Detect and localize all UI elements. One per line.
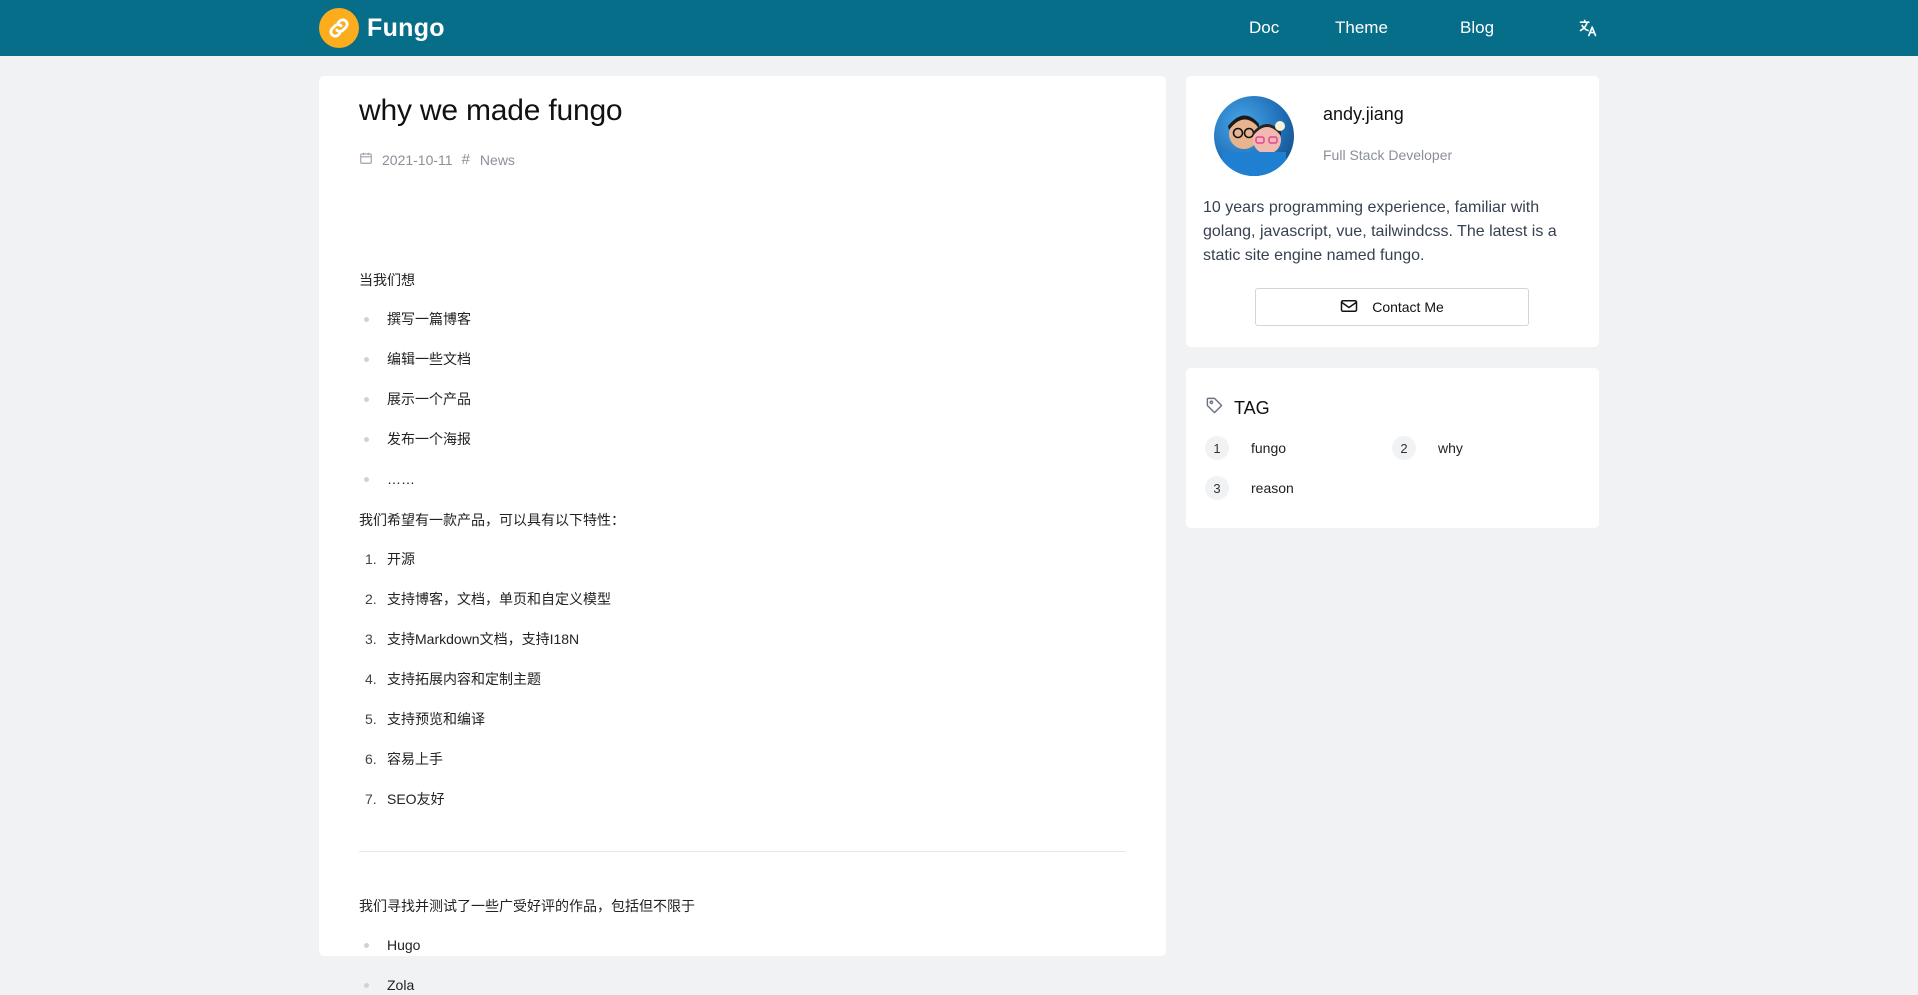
article-card: why we made fungo 2021-10-11 # News 当我们想… bbox=[319, 76, 1166, 993]
list-item: Hugo bbox=[359, 935, 1059, 955]
tag-name: reason bbox=[1251, 480, 1294, 496]
list-item: 撰写一篇博客 bbox=[359, 309, 1059, 329]
tag-icon bbox=[1205, 396, 1224, 420]
ordered-list-item: 2. 支持博客，文档，单页和自定义模型 bbox=[365, 591, 611, 607]
paragraph: 我们寻找并测试了一些广受好评的作品，包括但不限于 bbox=[359, 898, 695, 914]
tag-count: 3 bbox=[1205, 476, 1229, 500]
top-navbar: Fungo Doc Theme Blog bbox=[0, 0, 1918, 56]
translate-icon[interactable] bbox=[1578, 0, 1598, 56]
ordered-list-item: 4. 支持拓展内容和定制主题 bbox=[365, 671, 541, 687]
brand-home-link[interactable]: Fungo bbox=[319, 8, 445, 48]
tag-count: 2 bbox=[1392, 436, 1416, 460]
contact-me-label: Contact Me bbox=[1372, 299, 1444, 315]
list-item: Zola bbox=[359, 975, 1059, 995]
calendar-icon bbox=[359, 151, 373, 168]
author-role: Full Stack Developer bbox=[1323, 147, 1453, 163]
article-category-link[interactable]: News bbox=[480, 152, 515, 168]
nav-blog-link[interactable]: Blog bbox=[1460, 0, 1494, 56]
author-profile-card: andy.jiang Full Stack Developer 10 years… bbox=[1186, 76, 1599, 347]
nav-theme-link[interactable]: Theme bbox=[1335, 0, 1388, 56]
list-item: 展示一个产品 bbox=[359, 389, 1059, 409]
mail-icon bbox=[1340, 299, 1358, 316]
tag-count: 1 bbox=[1205, 436, 1229, 460]
ordered-list-item: 7. SEO友好 bbox=[365, 791, 445, 807]
ordered-list-item: 6. 容易上手 bbox=[365, 751, 443, 767]
paragraph: 我们希望有一款产品，可以具有以下特性： bbox=[359, 512, 625, 528]
tag-item-reason[interactable]: 3 reason bbox=[1205, 476, 1294, 500]
divider bbox=[359, 851, 1126, 852]
tag-name: fungo bbox=[1251, 440, 1287, 456]
nav-doc-link[interactable]: Doc bbox=[1249, 0, 1279, 56]
tag-card: TAG 1 fungo 2 why 3 reason bbox=[1186, 368, 1599, 528]
contact-me-button[interactable]: Contact Me bbox=[1255, 288, 1529, 326]
author-bio: 10 years programming experience, familia… bbox=[1203, 199, 1557, 264]
tag-header: TAG bbox=[1205, 396, 1270, 420]
list-item: 发布一个海报 bbox=[359, 429, 1059, 449]
list-item: 编辑一些文档 bbox=[359, 349, 1059, 369]
link-icon bbox=[319, 8, 359, 48]
author-name: andy.jiang bbox=[1323, 104, 1404, 124]
paragraph: 当我们想 bbox=[359, 272, 415, 288]
article-title: why we made fungo bbox=[359, 94, 623, 127]
tag-item-why[interactable]: 2 why bbox=[1392, 436, 1463, 460]
ordered-list-item: 5. 支持预览和编译 bbox=[365, 711, 485, 727]
article-date: 2021-10-11 bbox=[382, 151, 453, 168]
tag-item-fungo[interactable]: 1 fungo bbox=[1205, 436, 1286, 460]
brand-name: Fungo bbox=[367, 13, 445, 42]
list-item: …… bbox=[359, 469, 1059, 489]
hash-icon: # bbox=[461, 151, 470, 168]
tag-title: TAG bbox=[1234, 397, 1270, 418]
avatar bbox=[1214, 96, 1294, 176]
ordered-list-item: 3. 支持Markdown文档，支持I18N bbox=[365, 631, 580, 647]
article-meta: 2021-10-11 # News bbox=[359, 151, 515, 168]
ordered-list-item: 1. 开源 bbox=[365, 551, 415, 567]
tag-name: why bbox=[1438, 440, 1463, 456]
